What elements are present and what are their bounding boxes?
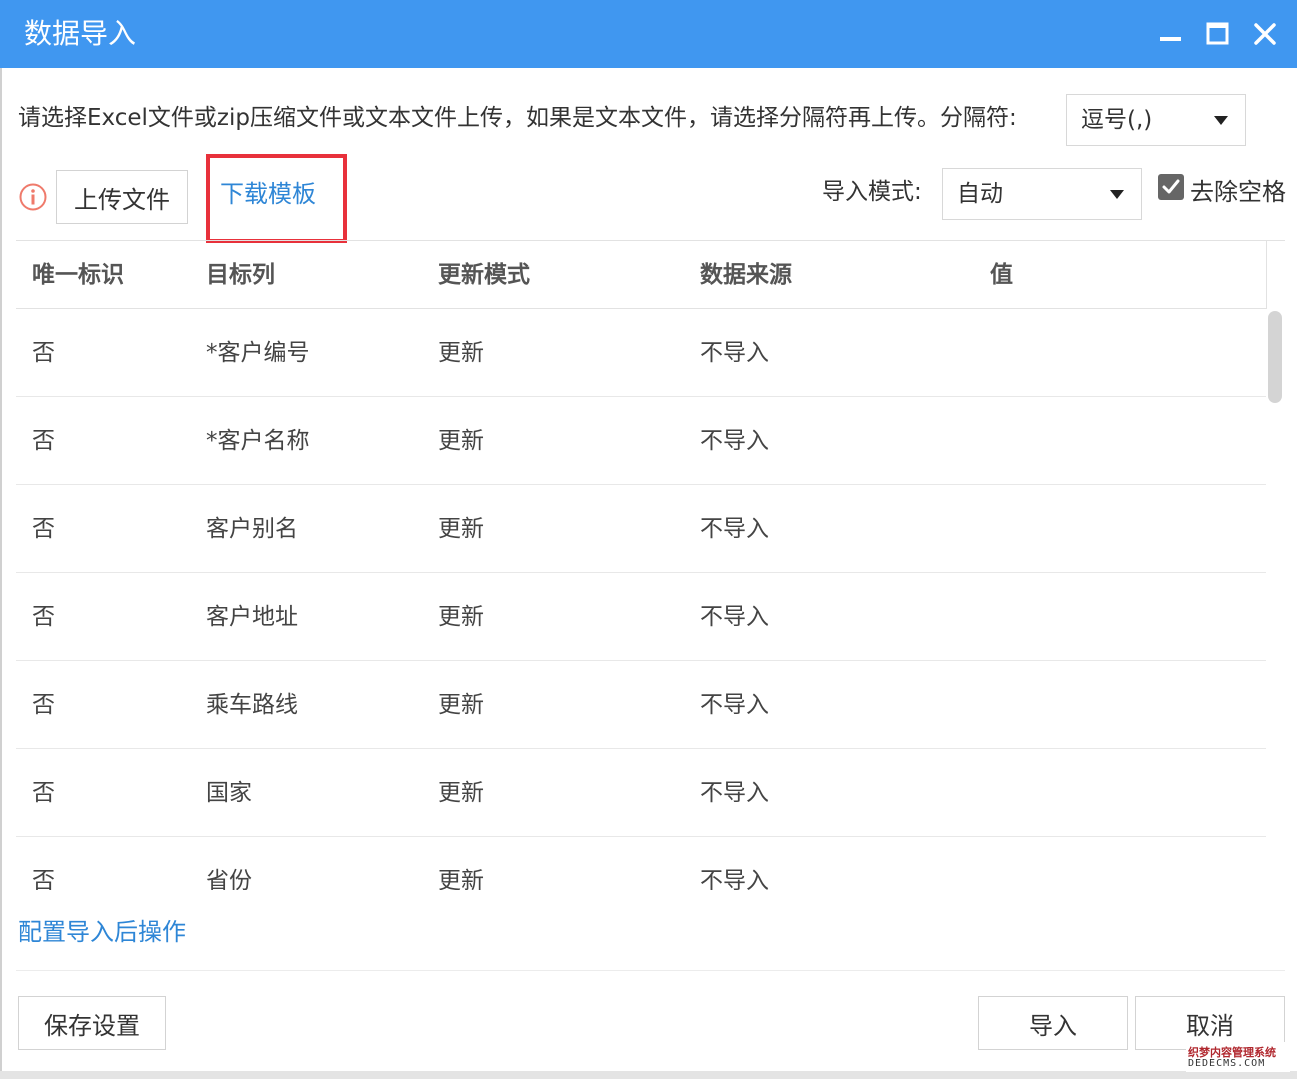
info-icon[interactable] [18, 182, 48, 212]
trim-spaces-label: 去除空格 [1190, 178, 1286, 206]
target-column-cell: 乘车路线 [206, 692, 298, 718]
column-header[interactable]: 值 [990, 241, 1013, 310]
header-corner [1266, 240, 1285, 309]
table-row[interactable]: 否 乘车路线 更新 不导入 [16, 661, 1266, 749]
update-mode-cell[interactable]: 更新 [438, 661, 484, 749]
instruction-text: 请选择Excel文件或zip压缩文件或文本文件上传，如果是文本文件，请选择分隔符… [18, 105, 1017, 131]
import-button[interactable]: 导入 [978, 996, 1128, 1050]
data-source-cell[interactable]: 不导入 [700, 485, 769, 573]
chevron-down-icon [1211, 95, 1231, 145]
scrollbar-thumb[interactable] [1268, 311, 1282, 403]
data-source-cell[interactable]: 不导入 [700, 661, 769, 749]
target-column-cell: *客户编号 [206, 340, 310, 366]
update-mode-cell[interactable]: 更新 [438, 485, 484, 573]
unique-key-cell[interactable]: 否 [32, 573, 55, 661]
dialog-border [0, 68, 2, 1079]
table-row[interactable]: 否 省份 更新 不导入 [16, 837, 1266, 890]
unique-key-cell[interactable]: 否 [32, 749, 55, 837]
maximize-icon [1206, 22, 1229, 45]
unique-key-cell[interactable]: 否 [32, 397, 55, 485]
separator-select[interactable]: 逗号(,) [1066, 94, 1246, 146]
update-mode-cell[interactable]: 更新 [438, 573, 484, 661]
table-row[interactable]: 否 客户地址 更新 不导入 [16, 573, 1266, 661]
target-column-cell: 国家 [206, 780, 252, 806]
checkmark-icon [1162, 179, 1180, 194]
data-source-cell[interactable]: 不导入 [700, 397, 769, 485]
table-row[interactable]: 否 *客户名称 更新 不导入 [16, 397, 1266, 485]
data-source-cell[interactable]: 不导入 [700, 749, 769, 837]
import-mode-select[interactable]: 自动 [942, 168, 1142, 220]
update-mode-cell[interactable]: 更新 [438, 749, 484, 837]
target-column-cell: 客户地址 [206, 604, 298, 630]
chevron-down-icon [1107, 169, 1127, 219]
watermark-domain: DEDECMS.COM [1188, 1058, 1266, 1069]
close-button[interactable] [1245, 14, 1285, 54]
table-body: 否 *客户编号 更新 不导入 否 *客户名称 更新 不导入 否 客户别名 更新 … [16, 309, 1266, 890]
column-header[interactable]: 更新模式 [438, 241, 530, 310]
data-source-cell[interactable]: 不导入 [700, 573, 769, 661]
trim-spaces-checkbox[interactable] [1158, 174, 1184, 200]
update-mode-cell[interactable]: 更新 [438, 309, 484, 397]
download-template-link[interactable]: 下载模板 [220, 176, 316, 212]
column-header[interactable]: 数据来源 [700, 241, 792, 310]
import-mode-value: 自动 [957, 181, 1003, 207]
update-mode-cell[interactable]: 更新 [438, 837, 484, 890]
table-row[interactable]: 否 客户别名 更新 不导入 [16, 485, 1266, 573]
watermark-logo: 织梦内容管理系统 DEDECMS.COM [1186, 1042, 1290, 1072]
import-mode-label: 导入模式: [822, 179, 922, 205]
save-settings-button[interactable]: 保存设置 [18, 996, 166, 1050]
window-title: 数据导入 [24, 17, 137, 50]
upload-file-button[interactable]: 上传文件 [56, 170, 188, 224]
footer-divider [16, 970, 1285, 971]
table-row[interactable]: 否 国家 更新 不导入 [16, 749, 1266, 837]
close-icon [1254, 23, 1276, 45]
unique-key-cell[interactable]: 否 [32, 661, 55, 749]
table-scrollbar[interactable] [1267, 309, 1285, 890]
unique-key-cell[interactable]: 否 [32, 837, 55, 890]
target-column-cell: *客户名称 [206, 428, 310, 454]
title-bar: 数据导入 [0, 0, 1297, 68]
mapping-table: 唯一标识 目标列 更新模式 数据来源 值 否 *客户编号 更新 不导入 否 *客… [16, 240, 1285, 890]
column-header[interactable]: 目标列 [206, 241, 275, 310]
maximize-button[interactable] [1197, 14, 1237, 54]
minimize-icon [1160, 37, 1181, 41]
unique-key-cell[interactable]: 否 [32, 485, 55, 573]
configure-post-import-link[interactable]: 配置导入后操作 [18, 914, 186, 950]
unique-key-cell[interactable]: 否 [32, 309, 55, 397]
data-source-cell[interactable]: 不导入 [700, 837, 769, 890]
update-mode-cell[interactable]: 更新 [438, 397, 484, 485]
dialog-shadow [0, 1071, 1297, 1079]
separator-value: 逗号(,) [1081, 107, 1153, 133]
data-source-cell[interactable]: 不导入 [700, 309, 769, 397]
minimize-button[interactable] [1150, 14, 1190, 54]
target-column-cell: 客户别名 [206, 516, 298, 542]
target-column-cell: 省份 [206, 868, 252, 890]
table-row[interactable]: 否 *客户编号 更新 不导入 [16, 309, 1266, 397]
table-header: 唯一标识 目标列 更新模式 数据来源 值 [16, 240, 1266, 309]
column-header[interactable]: 唯一标识 [32, 241, 124, 310]
